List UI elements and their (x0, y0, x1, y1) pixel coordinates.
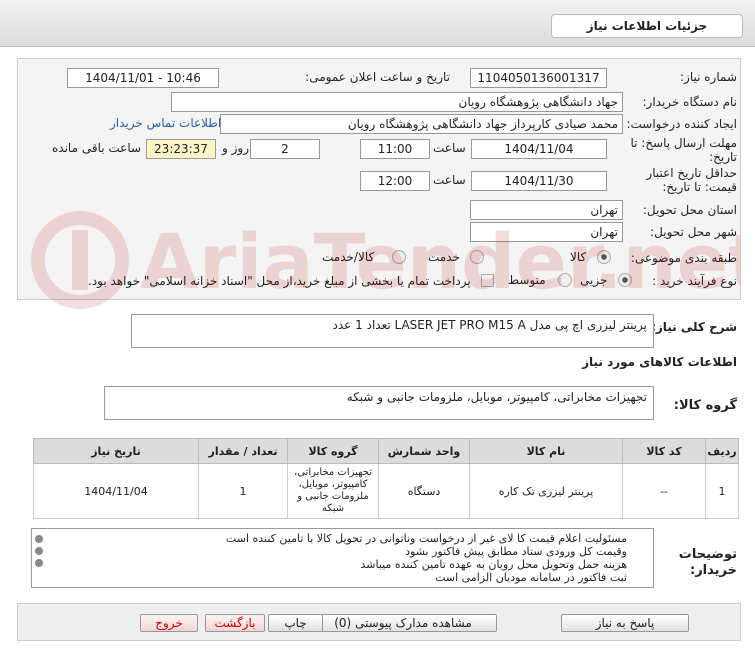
days-label: روز و (222, 141, 249, 155)
purchase-radio-medium[interactable] (558, 273, 572, 287)
announce-label: تاریخ و ساعت اعلان عمومی: (305, 70, 450, 84)
category-option-goods: کالا (570, 250, 587, 264)
category-option-service: خدمت (428, 250, 460, 264)
price-validity-label: حداقل تاریخ اعتبار قیمت: تا تاریخ: (646, 166, 737, 194)
contact-info-link[interactable]: اطلاعات تماس خریدار (110, 116, 221, 130)
col-header-quantity: تعداد / مقدار (198, 438, 288, 464)
price-validity-time: 12:00 (360, 171, 430, 191)
buyer-note-line: ثبت فاکتور در سامانه مودیان الزامی است (435, 571, 627, 584)
requester-label: ایجاد کننده درخواست: (626, 117, 737, 131)
purchase-type-label: نوع فرآیند خرید : (652, 274, 737, 288)
days-remaining: 2 (250, 139, 320, 159)
back-button[interactable]: بازگشت (205, 614, 265, 632)
header-bar: جزئیات اطلاعات نیاز (0, 0, 755, 47)
buyer-notes-field: مسئولیت اعلام قیمت کا لای غیر از درخواست… (31, 528, 654, 588)
category-radio-goods-service[interactable] (392, 250, 406, 264)
province-field: تهران (470, 200, 623, 220)
send-deadline-date: 1404/11/04 (471, 139, 607, 159)
reply-button[interactable]: پاسخ به نیاز (561, 614, 689, 632)
table-header-row: ردیف کد کالا نام کالا واحد شمارش گروه کا… (33, 438, 739, 464)
need-number-label: شماره نیاز: (680, 70, 737, 84)
buyer-note-line: هزینه حمل وتحویل محل رویان به عهده تامین… (360, 558, 627, 571)
treasury-payment-checkbox[interactable] (481, 274, 494, 287)
buyer-notes-label: توضیحات خریدار: (678, 547, 737, 578)
buyer-note-line: مسئولیت اعلام قیمت کا لای غیر از درخواست… (225, 532, 627, 545)
city-label: شهر محل تحویل: (650, 225, 737, 239)
province-label: استان محل تحویل: (642, 203, 737, 217)
send-time-label: ساعت (433, 141, 466, 155)
requester-field: محمد صیادی کارپرداز جهاد دانشگاهی پژوهشگ… (220, 114, 623, 134)
scroll-dot[interactable] (35, 547, 43, 555)
purchase-option-minor: جزیی (580, 273, 608, 287)
category-option-goods-service: کالا/خدمت (322, 250, 375, 264)
goods-info-title: اطلاعات کالاهای مورد نیاز (582, 355, 737, 369)
scroll-dot[interactable] (35, 559, 43, 567)
send-deadline-time: 11:00 (360, 139, 430, 159)
send-deadline-label: مهلت ارسال پاسخ: تا تاریخ: (630, 136, 737, 164)
buyer-label: نام دستگاه خریدار: (642, 95, 738, 109)
col-header-code: کد کالا (622, 438, 706, 464)
announce-field: 1404/11/01 - 10:46 (67, 68, 219, 88)
purchase-option-medium: متوسط (508, 273, 546, 287)
cell-group: تجهیزات مخابراتی، کامپیوتر، موبایل، ملزو… (287, 463, 379, 519)
cell-name: پرینتر لیزری تک کاره (469, 463, 623, 519)
category-label: طبقه بندی موضوعی: (630, 251, 737, 265)
table-row: 1 -- پرینتر لیزری تک کاره دستگاه تجهیزات… (33, 463, 739, 519)
summary-label: شرح کلی نیاز: (651, 320, 737, 334)
goods-group-field: تجهیزات مخابراتی، کامپیوتر، موبایل، ملزو… (104, 386, 654, 420)
exit-button[interactable]: خروج (140, 614, 198, 632)
col-header-date: تاریخ نیاز (33, 438, 199, 464)
buyer-field: جهاد دانشگاهی پژوهشگاه رویان (171, 92, 623, 112)
cell-date: 1404/11/04 (33, 463, 199, 519)
city-field: تهران (470, 222, 623, 242)
button-bar: پاسخ به نیاز مشاهده مدارک پیوستی (0) چاپ… (17, 603, 741, 641)
price-time-label: ساعت (433, 173, 466, 187)
scroll-dot[interactable] (35, 535, 43, 543)
category-radio-goods[interactable] (597, 250, 611, 264)
col-header-unit: واحد شمارش (378, 438, 470, 464)
goods-group-label: گروه کالا: (673, 398, 737, 413)
cell-quantity: 1 (198, 463, 288, 519)
purchase-radio-minor[interactable] (618, 273, 632, 287)
page-title: جزئیات اطلاعات نیاز (551, 14, 743, 38)
price-validity-date: 1404/11/30 (471, 171, 607, 191)
summary-field: پرینتر لیزری اچ پی مدل LASER JET PRO M15… (131, 314, 654, 348)
cell-row-no: 1 (705, 463, 739, 519)
notes-scrollbar[interactable] (33, 531, 45, 571)
category-radio-service[interactable] (470, 250, 484, 264)
cell-unit: دستگاه (378, 463, 470, 519)
attachments-button[interactable]: مشاهده مدارک پیوستی (0) (309, 614, 497, 632)
col-header-row-no: ردیف (705, 438, 739, 464)
col-header-group: گروه کالا (287, 438, 379, 464)
treasury-payment-note: پرداخت تمام یا بخشی از مبلغ خرید،از محل … (88, 274, 471, 288)
need-number-field: 1104050136001317 (470, 68, 607, 88)
cell-code: -- (622, 463, 706, 519)
print-button[interactable]: چاپ (268, 614, 323, 632)
time-remaining: 23:23:37 (146, 139, 216, 159)
remaining-label: ساعت باقی مانده (52, 141, 142, 155)
buyer-note-line: وقیمت کل ورودی ستاد مطابق پیش فاکتور بشو… (405, 545, 627, 558)
col-header-name: نام کالا (469, 438, 623, 464)
items-table: ردیف کد کالا نام کالا واحد شمارش گروه کا… (33, 438, 739, 519)
